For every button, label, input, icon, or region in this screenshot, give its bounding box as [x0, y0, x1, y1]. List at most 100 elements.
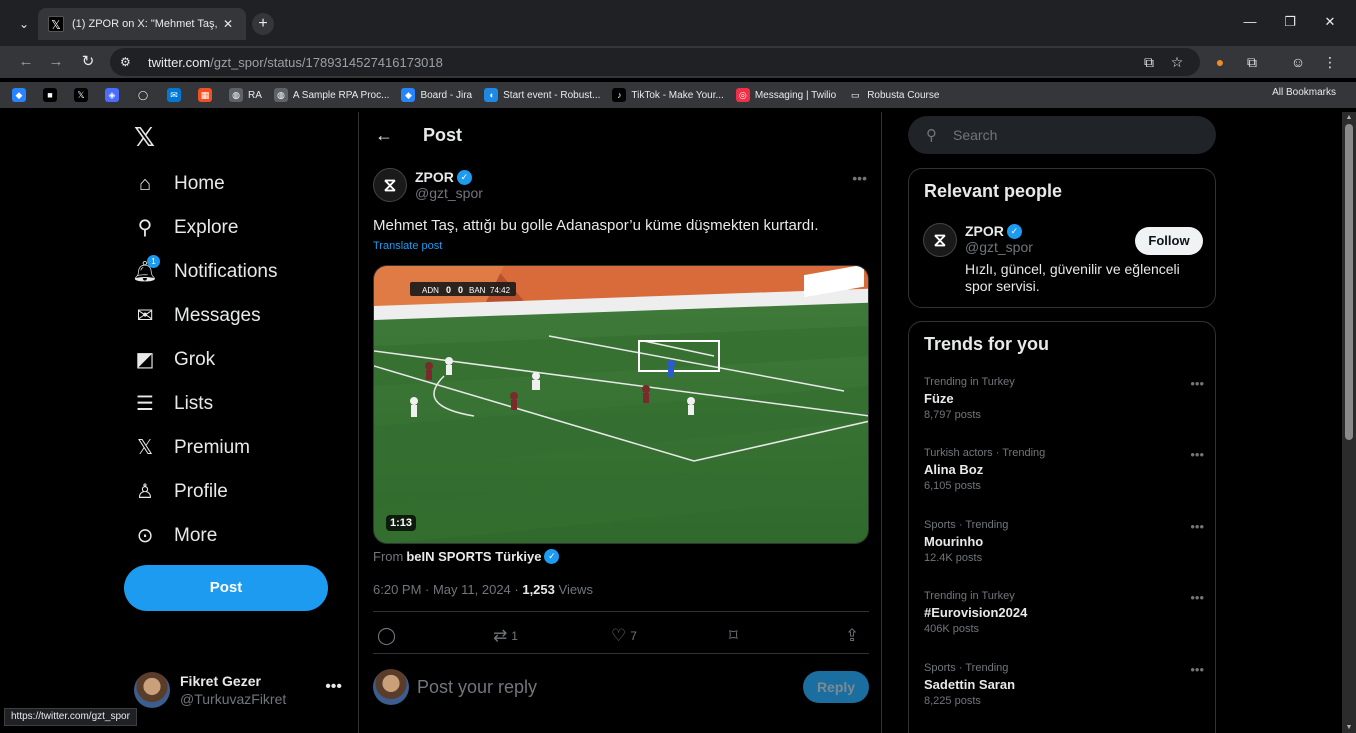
- window-close-icon[interactable]: ✕: [1320, 14, 1340, 30]
- trend-item[interactable]: Trending in Turkey Füze 8,797 posts •••: [924, 376, 1204, 421]
- trend-more-icon[interactable]: •••: [1190, 447, 1204, 462]
- extensions-puzzle-icon[interactable]: ⧉: [1242, 52, 1262, 72]
- video-player[interactable]: ADN 0 0 BAN 74:42 1:13: [373, 265, 869, 544]
- back-arrow-icon[interactable]: ←: [375, 125, 393, 146]
- address-bar[interactable]: ⚙ twitter.com /gzt_spor/status/178931452…: [110, 48, 1200, 76]
- tab-close-icon[interactable]: ✕: [220, 17, 236, 31]
- search-icon: ⚲: [926, 127, 937, 144]
- away-team: BAN: [469, 286, 486, 295]
- search-input[interactable]: ⚲ Search: [908, 116, 1216, 154]
- x-logo-icon[interactable]: 𝕏: [134, 122, 155, 153]
- trend-more-icon[interactable]: •••: [1190, 662, 1204, 677]
- post-author[interactable]: ⧖ ZPOR ✓ @gzt_spor: [373, 168, 483, 202]
- trend-item[interactable]: Turkish actors · Trending Alina Boz 6,10…: [924, 447, 1204, 492]
- source-account-link[interactable]: beIN SPORTS Türkiye: [406, 549, 541, 564]
- bookmark-item[interactable]: ◈: [105, 88, 124, 102]
- tab-search-button[interactable]: ⌄: [14, 14, 34, 34]
- trend-more-icon[interactable]: •••: [1190, 519, 1204, 534]
- zpor-avatar[interactable]: ⧖: [373, 168, 407, 202]
- nav-profile[interactable]: ♙ Profile: [132, 472, 228, 512]
- bookmark-item[interactable]: ◆ Board - Jira: [401, 88, 472, 102]
- repost-action[interactable]: ⇄ 1: [493, 626, 518, 646]
- follow-button[interactable]: Follow: [1135, 227, 1203, 255]
- bookmark-item[interactable]: ◆: [12, 88, 31, 102]
- reply-action[interactable]: ◯: [377, 626, 400, 646]
- tiktok-icon: ♪: [612, 88, 627, 102]
- author-name[interactable]: ZPOR: [415, 169, 454, 185]
- bookmark-star-icon[interactable]: ☆: [1168, 54, 1186, 71]
- nav-explore[interactable]: ⚲ Explore: [132, 208, 239, 248]
- all-bookmarks-button[interactable]: All Bookmarks: [1272, 87, 1336, 98]
- post-more-icon[interactable]: •••: [852, 170, 867, 186]
- post-button[interactable]: Post: [124, 565, 328, 611]
- post-timestamp[interactable]: 6:20 PM · May 11, 2024 ·: [373, 582, 522, 597]
- trend-context: Trending in Turkey: [924, 590, 1015, 602]
- bookmark-item[interactable]: ◖ Start event - Robust...: [484, 88, 600, 102]
- bookmark-item[interactable]: ◯: [136, 88, 155, 102]
- profile-avatar-icon[interactable]: ☺: [1288, 52, 1308, 72]
- bookmark-item[interactable]: ▭ Robusta Course: [848, 88, 939, 102]
- reply-button[interactable]: Reply: [803, 671, 869, 703]
- repost-icon: ⇄: [493, 626, 508, 645]
- browser-menu-icon[interactable]: ⋮: [1320, 52, 1340, 72]
- person-name[interactable]: ZPOR: [965, 223, 1004, 239]
- reply-input[interactable]: Post your reply: [417, 677, 803, 698]
- share-action[interactable]: ⇪: [845, 626, 863, 646]
- author-handle[interactable]: @gzt_spor: [415, 185, 483, 201]
- nav-lists[interactable]: ☰ Lists: [132, 384, 213, 424]
- new-tab-button[interactable]: +: [252, 13, 274, 35]
- bookmark-item[interactable]: ✉: [167, 88, 186, 102]
- nav-home[interactable]: ⌂ Home: [132, 164, 225, 204]
- post-meta: 6:20 PM · May 11, 2024 · 1,253 Views: [373, 582, 593, 597]
- bookmark-item[interactable]: ♪ TikTok - Make Your...: [612, 88, 724, 102]
- forward-icon[interactable]: →: [46, 52, 66, 72]
- trend-item[interactable]: Sports · Trending Mourinho 12.4K posts •…: [924, 519, 1204, 564]
- nav-more[interactable]: ⊙ More: [132, 516, 218, 556]
- home-team: ADN: [422, 286, 439, 295]
- bookmark-item[interactable]: ◍ RA: [229, 88, 262, 102]
- nav-label: More: [174, 525, 218, 546]
- active-tab[interactable]: 𝕏 (1) ZPOR on X: "Mehmet Taş, at ✕: [38, 8, 246, 40]
- trend-item[interactable]: Sports · Trending Sadettin Saran 8,225 p…: [924, 662, 1204, 707]
- home-icon: ⌂: [138, 173, 152, 195]
- bookmark-item[interactable]: ◍ A Sample RPA Proc...: [273, 88, 389, 102]
- install-app-icon[interactable]: ⧉: [1140, 54, 1158, 71]
- zpor-avatar[interactable]: ⧖: [923, 223, 957, 257]
- like-action[interactable]: ♡ 7: [611, 626, 637, 646]
- more-dots-icon[interactable]: •••: [325, 678, 342, 696]
- more-circle-icon: ⊙: [136, 525, 154, 547]
- nav-grok[interactable]: ◩ Grok: [132, 340, 216, 380]
- trend-name: Mourinho: [924, 534, 984, 549]
- bookmark-action[interactable]: ⌑: [729, 626, 742, 646]
- scrollbar-thumb[interactable]: [1345, 124, 1353, 440]
- list-icon: ☰: [136, 393, 154, 415]
- bookmark-item[interactable]: ▦: [198, 88, 217, 102]
- trend-name: #Eurovision2024: [924, 605, 1028, 620]
- heart-icon: ♡: [611, 626, 627, 645]
- back-icon[interactable]: ←: [16, 52, 36, 72]
- nav-premium[interactable]: 𝕏 Premium: [132, 428, 250, 468]
- browser-tab-strip: ⌄ 𝕏 (1) ZPOR on X: "Mehmet Taş, at ✕ + —…: [0, 0, 1356, 46]
- search-icon: ⚲: [137, 217, 153, 239]
- account-switcher[interactable]: Fikret Gezer @TurkuvazFikret •••: [134, 668, 354, 712]
- nav-notifications[interactable]: 🔔︎ 1 Notifications: [132, 252, 278, 292]
- bookmark-item[interactable]: ◎ Messaging | Twilio: [735, 88, 836, 102]
- trend-more-icon[interactable]: •••: [1190, 590, 1204, 605]
- nav-label: Profile: [174, 481, 228, 502]
- trend-more-icon[interactable]: •••: [1190, 376, 1204, 391]
- nav-messages[interactable]: ✉ Messages: [132, 296, 261, 336]
- reply-composer: Post your reply Reply: [373, 667, 869, 707]
- site-info-icon[interactable]: ⚙: [120, 55, 138, 69]
- bookmark-item[interactable]: 𝕏: [74, 88, 93, 102]
- minimize-icon[interactable]: —: [1240, 14, 1260, 29]
- extension-icon[interactable]: ●: [1210, 52, 1230, 72]
- scroll-down-icon[interactable]: ▼: [1344, 724, 1354, 731]
- trend-item[interactable]: Trending in Turkey #Eurovision2024 406K …: [924, 590, 1204, 635]
- page-scrollbar[interactable]: ▲ ▼: [1342, 112, 1356, 733]
- restore-icon[interactable]: ❐: [1280, 14, 1300, 30]
- scroll-up-icon[interactable]: ▲: [1344, 114, 1354, 121]
- translate-post-link[interactable]: Translate post: [373, 240, 442, 252]
- nav-label: Lists: [174, 393, 214, 414]
- reload-icon[interactable]: ↻: [78, 52, 98, 72]
- bookmark-item[interactable]: ■: [43, 88, 62, 102]
